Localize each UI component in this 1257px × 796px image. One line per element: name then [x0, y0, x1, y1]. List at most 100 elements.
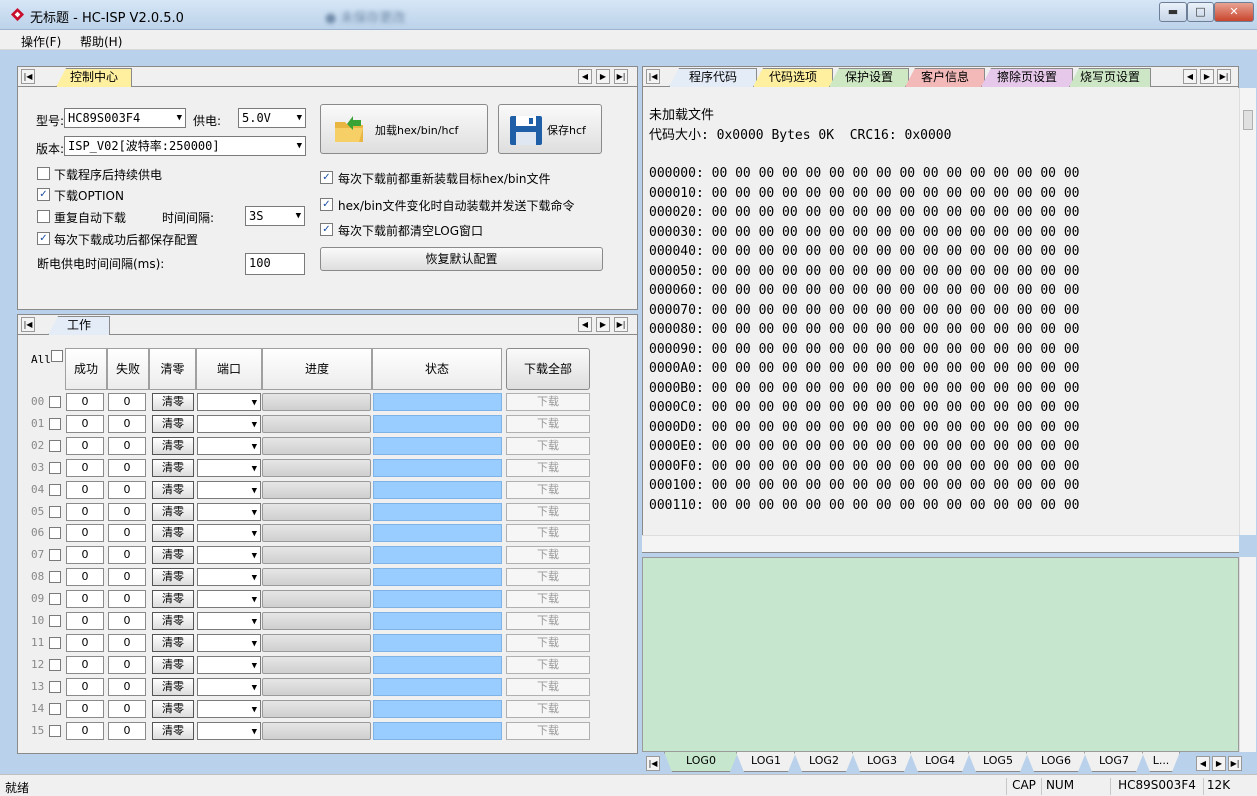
row-select-checkbox[interactable]	[49, 680, 61, 693]
row-select-checkbox[interactable]	[49, 527, 61, 540]
row-select-checkbox[interactable]	[49, 417, 61, 430]
download-button[interactable]: 下载	[506, 546, 590, 565]
clear-counts-button[interactable]: 清零	[152, 677, 194, 696]
clear-counts-button[interactable]: 清零	[152, 458, 194, 477]
log-tab-3[interactable]: LOG3	[852, 752, 912, 772]
port-select[interactable]: ▼	[197, 414, 261, 433]
row-select-checkbox[interactable]	[49, 571, 61, 584]
log-tab-1[interactable]: LOG1	[736, 752, 796, 772]
row-select-checkbox[interactable]	[49, 702, 61, 715]
close-button[interactable]: ✕	[1214, 2, 1254, 22]
power-select[interactable]: 5.0V ▼	[238, 108, 306, 128]
log-tab-2[interactable]: LOG2	[794, 752, 854, 772]
log-vertical-scrollbar[interactable]	[1239, 557, 1256, 752]
log-tab-first-icon[interactable]: |◀	[646, 756, 660, 771]
download-option-checkbox[interactable]: ✓	[37, 188, 50, 201]
download-button[interactable]: 下载	[506, 633, 590, 652]
download-button[interactable]: 下载	[506, 458, 590, 477]
menu-operate[interactable]: 操作(F)	[21, 33, 61, 50]
clear-counts-button[interactable]: 清零	[152, 655, 194, 674]
hex-vertical-scrollbar[interactable]	[1239, 88, 1256, 535]
log-tab-0[interactable]: LOG0	[664, 752, 738, 772]
tab-prev-icon[interactable]: ◀	[1183, 69, 1197, 84]
tab-next-icon[interactable]: ▶	[1200, 69, 1214, 84]
port-select[interactable]: ▼	[197, 458, 261, 477]
log-output[interactable]	[642, 557, 1239, 752]
tab-prev-icon[interactable]: ◀	[578, 69, 592, 84]
row-select-checkbox[interactable]	[49, 593, 61, 606]
scroll-thumb[interactable]	[1243, 110, 1253, 130]
port-select[interactable]: ▼	[197, 436, 261, 455]
tab-control-center[interactable]: 控制中心	[56, 68, 132, 87]
keep-power-checkbox[interactable]	[37, 167, 50, 180]
log-tab-5[interactable]: LOG5	[968, 752, 1028, 772]
tab-first-icon[interactable]: |◀	[21, 317, 35, 332]
port-select[interactable]: ▼	[197, 612, 261, 630]
clear-counts-button[interactable]: 清零	[152, 524, 194, 543]
clear-counts-button[interactable]: 清零	[152, 414, 194, 433]
clear-counts-button[interactable]: 清零	[152, 721, 194, 740]
row-select-checkbox[interactable]	[49, 636, 61, 649]
tab-first-icon[interactable]: |◀	[646, 69, 660, 84]
code-tab-2[interactable]: 代码选项	[753, 68, 833, 87]
load-file-button[interactable]: 加载hex/bin/hcf	[320, 104, 488, 154]
select-all-checkbox[interactable]	[51, 350, 63, 362]
log-tab-last-icon[interactable]: ▶|	[1228, 756, 1242, 771]
restore-defaults-button[interactable]: 恢复默认配置	[320, 247, 603, 271]
log-tab-8[interactable]: L...	[1142, 752, 1180, 772]
menu-help[interactable]: 帮助(H)	[80, 33, 122, 50]
row-select-checkbox[interactable]	[49, 505, 61, 518]
save-config-checkbox[interactable]: ✓	[37, 232, 50, 245]
clear-counts-button[interactable]: 清零	[152, 612, 194, 630]
clear-counts-button[interactable]: 清零	[152, 502, 194, 521]
maximize-button[interactable]: □	[1187, 2, 1214, 22]
row-select-checkbox[interactable]	[49, 461, 61, 474]
download-button[interactable]: 下载	[506, 677, 590, 696]
row-select-checkbox[interactable]	[49, 724, 61, 737]
row-select-checkbox[interactable]	[49, 439, 61, 452]
version-select[interactable]: ISP_V02[波特率:250000] ▼	[64, 136, 306, 156]
clear-counts-button[interactable]: 清零	[152, 699, 194, 718]
hex-horizontal-scrollbar[interactable]	[642, 535, 1239, 552]
download-button[interactable]: 下载	[506, 568, 590, 587]
repeat-download-checkbox[interactable]	[37, 210, 50, 223]
save-hcf-button[interactable]: 保存hcf	[498, 104, 602, 154]
log-tab-4[interactable]: LOG4	[910, 752, 970, 772]
download-all-button[interactable]: 下载全部	[506, 348, 590, 390]
port-select[interactable]: ▼	[197, 699, 261, 718]
download-button[interactable]: 下载	[506, 590, 590, 609]
port-select[interactable]: ▼	[197, 393, 261, 411]
code-tab-6[interactable]: 烧写页设置	[1069, 68, 1151, 87]
interval-select[interactable]: 3S ▼	[245, 206, 305, 226]
tab-last-icon[interactable]: ▶|	[1217, 69, 1231, 84]
download-button[interactable]: 下载	[506, 393, 590, 411]
log-tab-next-icon[interactable]: ▶	[1212, 756, 1226, 771]
download-button[interactable]: 下载	[506, 655, 590, 674]
log-tab-7[interactable]: LOG7	[1084, 752, 1144, 772]
auto-load-checkbox[interactable]: ✓	[320, 198, 333, 211]
tab-next-icon[interactable]: ▶	[596, 69, 610, 84]
clear-counts-button[interactable]: 清零	[152, 393, 194, 411]
minimize-button[interactable]: ▬	[1159, 2, 1187, 22]
clear-counts-button[interactable]: 清零	[152, 436, 194, 455]
port-select[interactable]: ▼	[197, 502, 261, 521]
model-select[interactable]: HC89S003F4 ▼	[64, 108, 186, 128]
reload-hex-checkbox[interactable]: ✓	[320, 171, 333, 184]
port-select[interactable]: ▼	[197, 590, 261, 609]
code-tab-3[interactable]: 保护设置	[829, 68, 909, 87]
clear-counts-button[interactable]: 清零	[152, 590, 194, 609]
code-tab-1[interactable]: 程序代码	[669, 68, 757, 87]
port-select[interactable]: ▼	[197, 655, 261, 674]
power-off-interval-input[interactable]: 100	[245, 253, 305, 275]
tab-prev-icon[interactable]: ◀	[578, 317, 592, 332]
code-tab-4[interactable]: 客户信息	[905, 68, 985, 87]
code-tab-5[interactable]: 擦除页设置	[981, 68, 1073, 87]
download-button[interactable]: 下载	[506, 414, 590, 433]
port-select[interactable]: ▼	[197, 633, 261, 652]
download-button[interactable]: 下载	[506, 524, 590, 543]
row-select-checkbox[interactable]	[49, 658, 61, 671]
clear-counts-button[interactable]: 清零	[152, 568, 194, 587]
download-button[interactable]: 下载	[506, 612, 590, 630]
row-select-checkbox[interactable]	[49, 483, 61, 496]
tab-last-icon[interactable]: ▶|	[614, 69, 628, 84]
